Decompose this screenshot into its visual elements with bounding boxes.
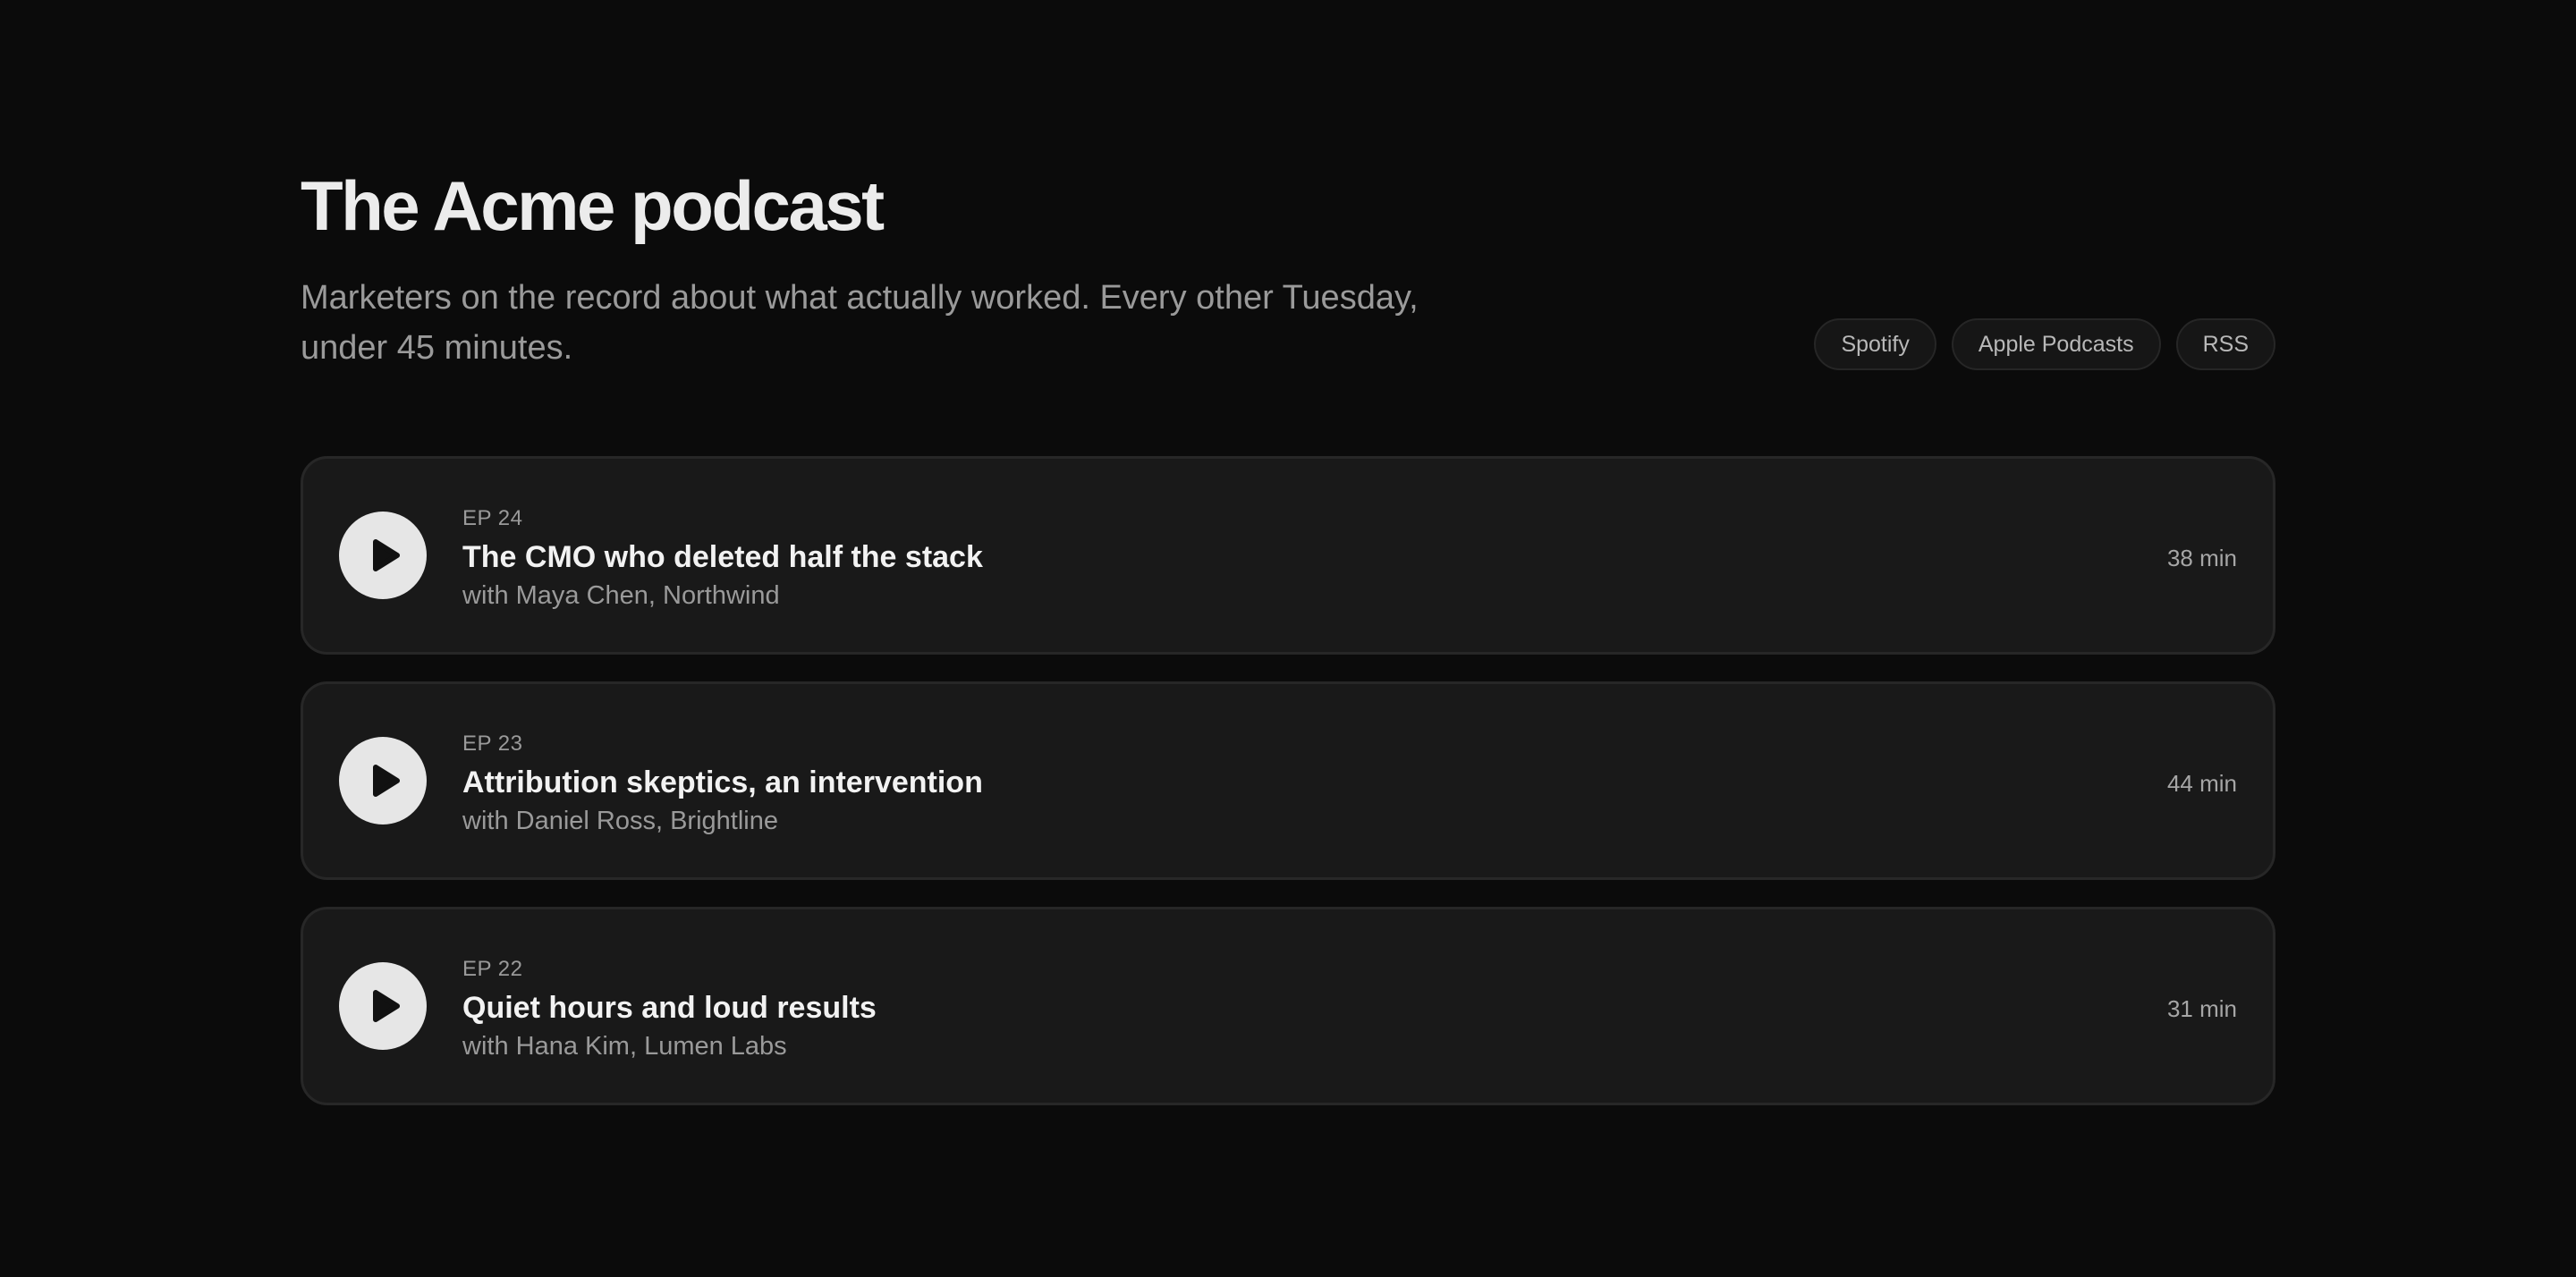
apple-podcasts-link[interactable]: Apple Podcasts	[1951, 318, 2161, 370]
episode-duration: 38 min	[2166, 545, 2237, 571]
play-button[interactable]	[339, 737, 427, 825]
episode-title[interactable]: The CMO who deleted half the stack	[462, 537, 983, 577]
play-button[interactable]	[339, 962, 427, 1050]
episode-number: EP 24	[462, 506, 523, 530]
episode-title[interactable]: Quiet hours and loud results	[462, 988, 877, 1028]
spotify-link[interactable]: Spotify	[1814, 318, 1936, 370]
podcast-page: The Acme podcast Marketers on the record…	[0, 0, 2576, 1277]
page-title: The Acme podcast	[301, 166, 885, 245]
episode-list: EP 24 The CMO who deleted half the stack…	[301, 456, 2275, 1132]
episode-meta: EP 22 Quiet hours and loud results with …	[462, 956, 877, 1064]
play-icon	[365, 764, 401, 798]
episode-duration: 31 min	[2166, 995, 2237, 1022]
play-icon	[365, 989, 401, 1023]
episode-title[interactable]: Attribution skeptics, an intervention	[462, 763, 983, 802]
play-button[interactable]	[339, 512, 427, 599]
play-icon	[365, 538, 401, 572]
episode-guest: with Daniel Ross, Brightline	[462, 807, 778, 835]
platform-links: Spotify Apple Podcasts RSS	[1814, 318, 2275, 370]
episode-guest: with Maya Chen, Northwind	[462, 581, 780, 610]
episode-number: EP 23	[462, 732, 523, 756]
page-subtitle: Marketers on the record about what actua…	[301, 279, 1419, 367]
episode-number: EP 22	[462, 957, 523, 981]
episode-guest: with Hana Kim, Lumen Labs	[462, 1032, 787, 1061]
episode-duration: 44 min	[2166, 770, 2237, 797]
episode-card[interactable]: EP 22 Quiet hours and loud results with …	[301, 907, 2275, 1105]
episode-meta: EP 24 The CMO who deleted half the stack…	[462, 505, 983, 613]
episode-card[interactable]: EP 24 The CMO who deleted half the stack…	[301, 456, 2275, 655]
episode-meta: EP 23 Attribution skeptics, an intervent…	[462, 731, 983, 839]
rss-link[interactable]: RSS	[2175, 318, 2275, 370]
episode-card[interactable]: EP 23 Attribution skeptics, an intervent…	[301, 681, 2275, 880]
